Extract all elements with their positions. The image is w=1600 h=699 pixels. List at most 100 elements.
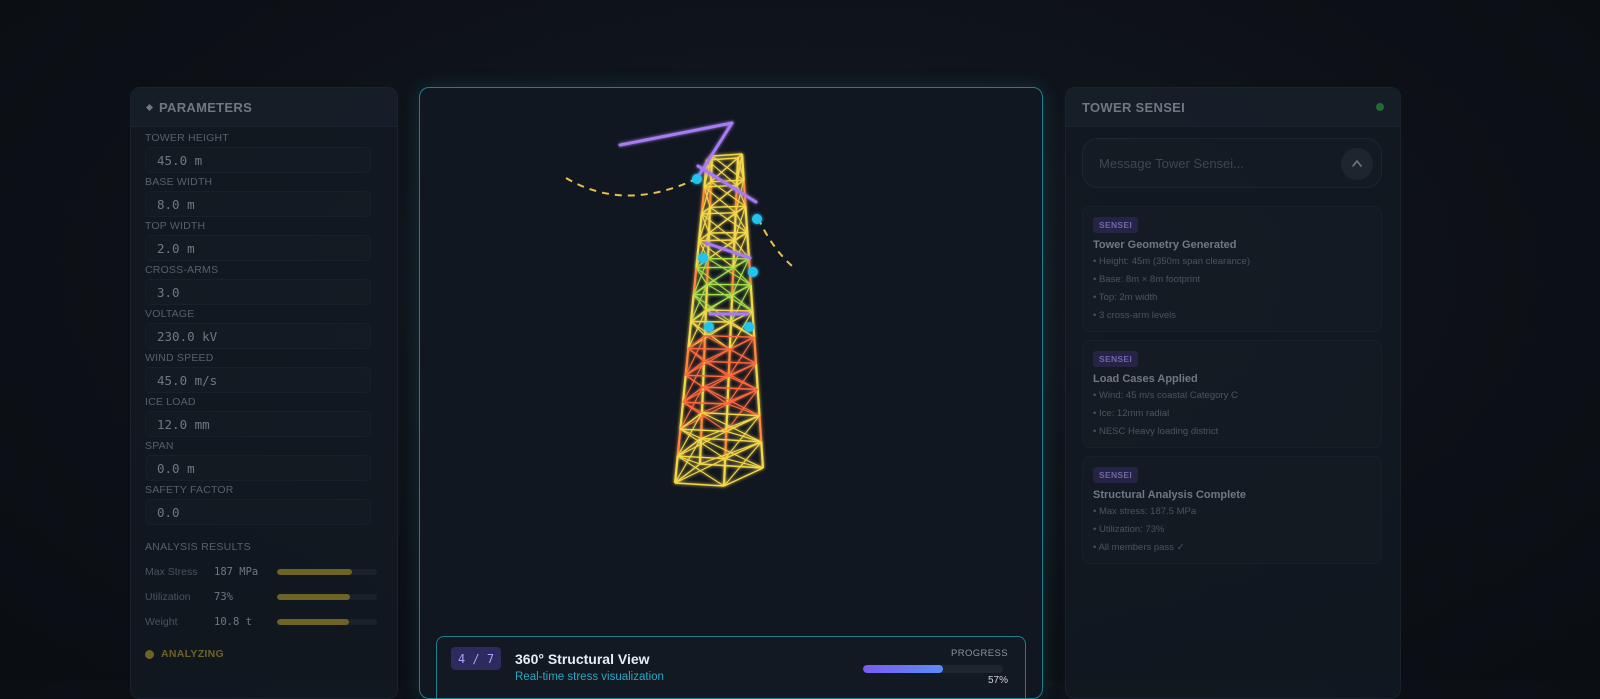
- message-line: • Max stress: 187.5 MPa: [1093, 506, 1371, 519]
- param-label-voltage: VOLTAGE: [145, 308, 383, 321]
- sensei-title: TOWER SENSEI: [1082, 100, 1185, 115]
- send-button[interactable]: [1341, 148, 1373, 180]
- conductor-line-left: [566, 178, 698, 196]
- status-text: ANALYZING: [161, 648, 224, 660]
- parameters-header: PARAMETERS: [131, 88, 397, 127]
- status-dot-icon: [145, 650, 154, 659]
- message-line: • 3 cross-arm levels: [1093, 310, 1371, 323]
- message-line: • Ice: 12mm radial: [1093, 408, 1371, 421]
- voltage-input[interactable]: 230.0 kV: [145, 323, 371, 349]
- tower-member: [751, 285, 753, 311]
- lattice-tower: [675, 154, 763, 486]
- tower-height-input[interactable]: 45.0 m: [145, 147, 371, 173]
- tower-member: [696, 268, 707, 285]
- step-subtitle: Real-time stress visualization: [515, 671, 664, 683]
- tower-member: [686, 375, 703, 387]
- insulator: [744, 322, 754, 332]
- conductor-line-right: [758, 218, 792, 266]
- message-input[interactable]: Message Tower Sensei...: [1082, 138, 1382, 188]
- insulator: [748, 267, 758, 277]
- result-bar: [277, 619, 377, 625]
- analysis-results-title: ANALYSIS RESULTS: [145, 541, 383, 553]
- result-bar: [277, 594, 377, 600]
- tower-member: [683, 402, 702, 412]
- message-line: • All members pass ✓: [1093, 542, 1371, 555]
- step-badge: 4 / 7: [451, 647, 501, 670]
- param-label-base-width: BASE WIDTH: [145, 176, 383, 189]
- ice-load-input[interactable]: 12.0 mm: [145, 411, 371, 437]
- online-status-icon: [1376, 103, 1384, 111]
- step-info-bar: 4 / 7 360° Structural View Real-time str…: [436, 636, 1026, 699]
- crossarm-top: [620, 123, 732, 145]
- message-line: • Height: 45m (350m span clearance): [1093, 256, 1371, 269]
- top-width-input[interactable]: 2.0 m: [145, 235, 371, 261]
- result-row-utilization: Utilization 73%: [145, 584, 383, 609]
- message-title: Load Cases Applied: [1093, 373, 1371, 385]
- message-line: • Base: 8m × 8m footprint: [1093, 274, 1371, 287]
- tower-member: [710, 206, 746, 207]
- tower-member: [707, 259, 708, 285]
- crossarm-diagonal: [696, 123, 732, 180]
- tower-member: [704, 361, 756, 363]
- tower-member: [724, 459, 725, 486]
- tower-member: [683, 387, 703, 402]
- chevron-up-icon: [1350, 157, 1364, 171]
- tower-member: [678, 438, 701, 456]
- tower-member: [699, 240, 735, 241]
- message-card-geometry: SENSEI Tower Geometry Generated • Height…: [1082, 206, 1382, 332]
- span-input[interactable]: 0.0 m: [145, 455, 371, 481]
- tower-member: [730, 322, 731, 349]
- param-label-cross-arms: CROSS-ARMS: [145, 264, 383, 277]
- message-placeholder: Message Tower Sensei...: [1099, 156, 1244, 171]
- sensei-header: TOWER SENSEI: [1066, 88, 1400, 127]
- insulator: [698, 253, 708, 263]
- result-bar-fill: [277, 569, 352, 575]
- message-title: Structural Analysis Complete: [1093, 489, 1371, 501]
- tower-member: [754, 337, 756, 363]
- tower-member: [756, 363, 758, 389]
- tower-member: [701, 413, 702, 439]
- tower-member: [675, 483, 724, 486]
- tower-member: [686, 375, 729, 376]
- insulator: [704, 322, 714, 332]
- result-bar-fill: [277, 594, 350, 600]
- tower-member: [680, 413, 702, 430]
- sensei-tag: SENSEI: [1093, 351, 1138, 367]
- message-card-loads: SENSEI Load Cases Applied • Wind: 45 m/s…: [1082, 340, 1382, 448]
- sensei-tag: SENSEI: [1093, 467, 1138, 483]
- result-label: Utilization: [145, 591, 214, 603]
- tower-member: [691, 322, 705, 336]
- result-value: 10.8 t: [214, 616, 277, 628]
- tower-viewport[interactable]: 4 / 7 360° Structural View Real-time str…: [419, 87, 1043, 699]
- base-width-input[interactable]: 8.0 m: [145, 191, 371, 217]
- tower-member: [724, 468, 763, 486]
- message-line: • NESC Heavy loading district: [1093, 426, 1371, 439]
- tower-member: [703, 387, 758, 390]
- tower-member: [691, 322, 731, 323]
- tower-member: [703, 387, 760, 416]
- tower-member: [707, 284, 751, 285]
- cross-arms-input[interactable]: 3.0: [145, 279, 371, 305]
- progress-bar: [863, 665, 1003, 673]
- result-value: 187 MPa: [214, 566, 277, 578]
- tower-member: [758, 390, 760, 416]
- message-line: • Top: 2m width: [1093, 292, 1371, 305]
- param-label-wind-speed: WIND SPEED: [145, 352, 383, 365]
- tower-sensei-panel: TOWER SENSEI Message Tower Sensei... SEN…: [1065, 87, 1401, 699]
- tower-member: [702, 413, 760, 416]
- result-row-weight: Weight 10.8 t: [145, 609, 383, 634]
- tower-member: [732, 295, 752, 311]
- wind-speed-input[interactable]: 45.0 m/s: [145, 367, 371, 393]
- param-label-top-width: TOP WIDTH: [145, 220, 383, 233]
- message-line: • Wind: 45 m/s coastal Category C: [1093, 390, 1371, 403]
- tower-member: [688, 348, 730, 349]
- analysis-status: ANALYZING: [145, 648, 383, 660]
- message-card-analysis: SENSEI Structural Analysis Complete • Ma…: [1082, 456, 1382, 564]
- result-label: Weight: [145, 616, 214, 628]
- result-bar: [277, 569, 377, 575]
- param-label-span: SPAN: [145, 440, 383, 453]
- tower-3d-view[interactable]: [420, 88, 1042, 698]
- tower-member: [675, 464, 700, 483]
- tower-member: [761, 442, 763, 468]
- safety-factor-input[interactable]: 0.0: [145, 499, 371, 525]
